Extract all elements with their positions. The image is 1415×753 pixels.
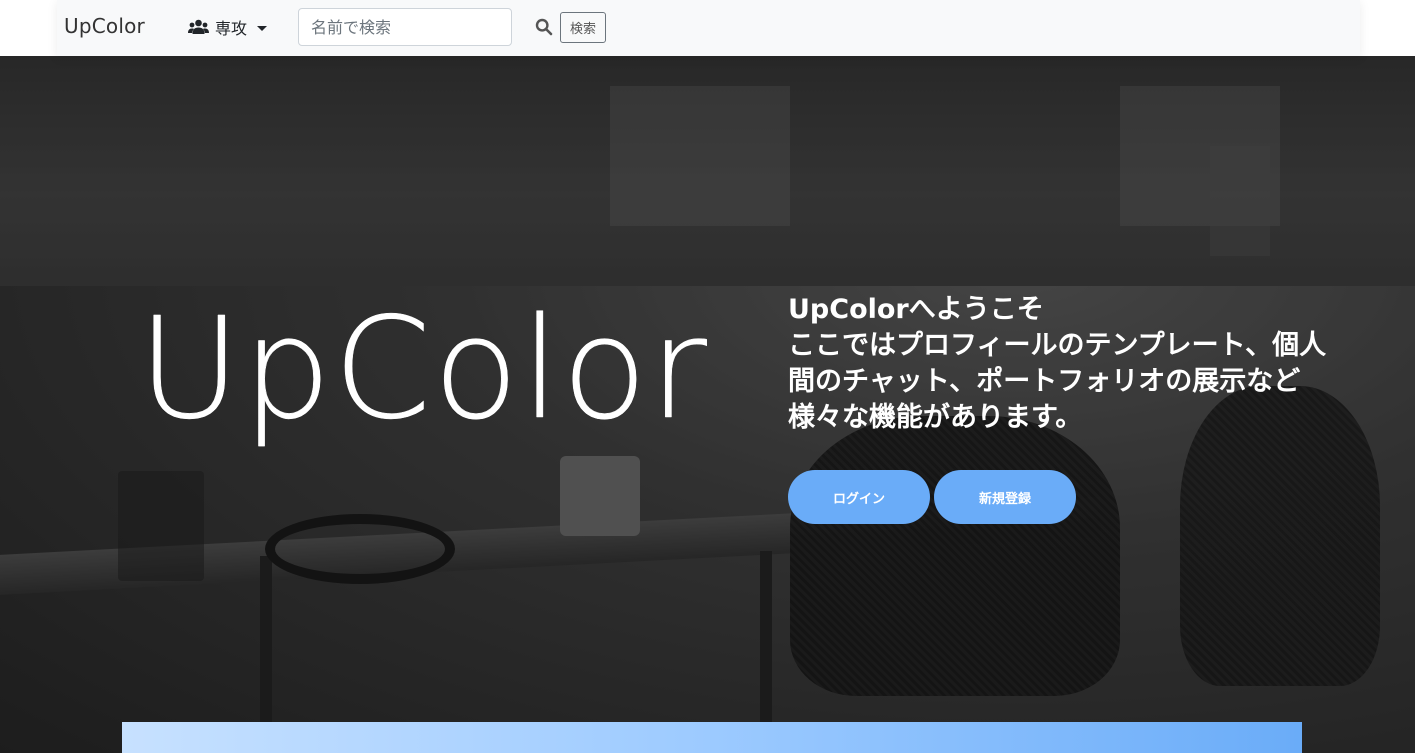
brand-link[interactable]: UpColor: [64, 14, 145, 38]
users-icon: [188, 19, 209, 35]
welcome-line: UpColorへようこそ: [788, 294, 1044, 325]
welcome-line: ここではプロフィールのテンプレート、個人: [788, 330, 1327, 361]
signup-button[interactable]: 新規登録: [934, 470, 1076, 524]
welcome-text: UpColorへようこそ ここではプロフィールのテンプレート、個人 間のチャット…: [788, 292, 1368, 436]
search-input[interactable]: [298, 8, 512, 46]
search-button[interactable]: 検索: [560, 12, 606, 43]
search-icon[interactable]: [535, 18, 553, 36]
welcome-line: 間のチャット、ポートフォリオの展示など: [788, 366, 1301, 397]
navbar: UpColor 専攻 検索: [57, 0, 1360, 56]
chevron-down-icon: [257, 25, 268, 31]
content-section-top: [122, 722, 1302, 753]
major-dropdown[interactable]: 専攻: [188, 16, 268, 38]
major-dropdown-label: 専攻: [215, 19, 248, 38]
hero-section: UpColor UpColorへようこそ ここではプロフィールのテンプレート、個…: [0, 56, 1415, 753]
login-button[interactable]: ログイン: [788, 470, 930, 524]
welcome-line: 様々な機能があります。: [788, 402, 1083, 433]
hero-title: UpColor: [138, 288, 709, 451]
